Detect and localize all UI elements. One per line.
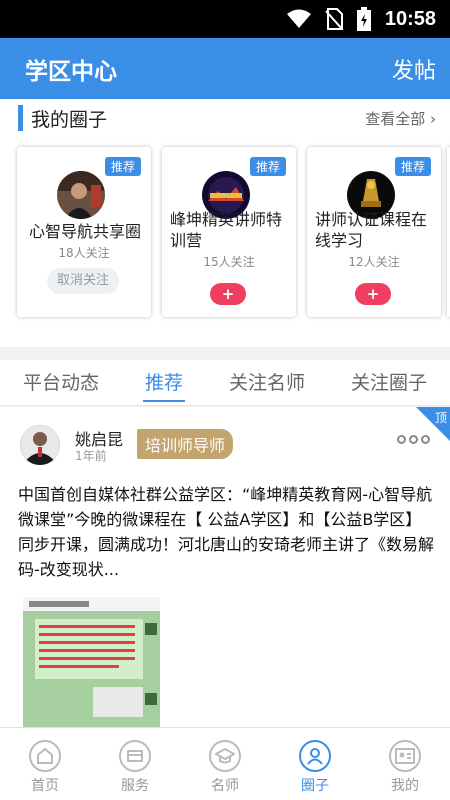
section-title: 我的圈子: [18, 105, 107, 132]
wifi-icon: [286, 9, 311, 28]
nav-profile-label: 我的: [391, 778, 419, 794]
post-text: 中国首创自媒体社群公益学区：“峰坤精英教育网-心智导航微课堂”今晚的微课程在【 …: [18, 485, 435, 579]
nav-circle[interactable]: 圈子: [280, 740, 350, 795]
tab-followed-circles[interactable]: 关注圈子: [347, 360, 431, 406]
nav-service-label: 服务: [121, 778, 149, 794]
tab-recommended[interactable]: 推荐: [141, 360, 187, 406]
section-title-bar: [18, 105, 23, 131]
circle-avatar: [57, 171, 105, 219]
section-header: 我的圈子 查看全部 ›: [18, 99, 436, 137]
circle-card[interactable]: 推荐 峰坤精英讲师特训营 15人关注 +: [162, 147, 296, 317]
circle-name: 心智导航共享圈: [28, 222, 141, 241]
follower-count: 15人关注: [203, 255, 255, 269]
recommend-tag: 推荐: [104, 157, 141, 176]
status-bar: 10:58: [0, 0, 450, 38]
no-sim-icon: [325, 8, 343, 30]
nav-home[interactable]: 首页: [10, 740, 80, 795]
circle-cards: 推荐 心智导航共享圈 18人关注 取消关注 推荐 峰坤精英讲师特训营 15人关注…: [17, 147, 441, 317]
author-badge: 培训师导师: [137, 429, 234, 459]
nav-teacher-label: 名师: [211, 778, 239, 794]
teacher-icon: [209, 740, 241, 772]
recommend-tag: 推荐: [394, 157, 431, 176]
recommend-tag: 推荐: [249, 157, 286, 176]
bottom-nav: 首页 服务 名师 圈子 我的: [0, 727, 450, 800]
circle-icon: [299, 740, 331, 772]
post-time: 1年前: [75, 449, 107, 463]
more-options-icon[interactable]: [397, 435, 430, 444]
my-circles-section: 我的圈子 查看全部 › 推荐 心智导航共享圈 18人关注 取消关注 推荐 峰坤精…: [0, 99, 450, 347]
follow-button[interactable]: +: [210, 283, 246, 305]
tab-followed-teachers[interactable]: 关注名师: [225, 360, 309, 406]
post-image[interactable]: [23, 597, 160, 727]
unfollow-button[interactable]: 取消关注: [47, 268, 119, 294]
follower-count: 12人关注: [348, 255, 400, 269]
service-icon: [119, 740, 151, 772]
app-bar: 学区中心 发帖: [0, 38, 450, 99]
feed-tabs: 平台动态 推荐 关注名师 关注圈子: [0, 360, 450, 406]
circle-card[interactable]: 推荐 心智导航共享圈 18人关注 取消关注: [17, 147, 151, 317]
nav-profile[interactable]: 我的: [370, 740, 440, 795]
circle-name: 峰坤精英讲师特训营: [170, 210, 283, 250]
post-button[interactable]: 发帖: [392, 53, 436, 85]
nav-service[interactable]: 服务: [100, 740, 170, 795]
follower-count: 18人关注: [58, 246, 110, 260]
circle-card[interactable]: 推荐 讲师认证课程在线学习 12人关注 +: [307, 147, 441, 317]
nav-teacher[interactable]: 名师: [190, 740, 260, 795]
view-all-link[interactable]: 查看全部 ›: [365, 108, 436, 129]
feed-post[interactable]: 顶 姚启昆 1年前 培训师导师 中国首创自媒体社群公益学区：“峰坤精英教育网-心…: [0, 407, 450, 727]
nav-circle-label: 圈子: [301, 778, 329, 794]
pinned-label: 顶: [434, 411, 447, 425]
clock: 10:58: [384, 7, 436, 30]
circle-name: 讲师认证课程在线学习: [315, 210, 428, 250]
follow-button[interactable]: +: [355, 283, 391, 305]
nav-home-label: 首页: [31, 778, 59, 794]
section-title-text: 我的圈子: [31, 108, 108, 131]
author-avatar[interactable]: [20, 425, 60, 465]
battery-icon: [356, 7, 371, 31]
profile-icon: [389, 740, 421, 772]
page-title: 学区中心: [25, 58, 117, 85]
home-icon: [29, 740, 61, 772]
tab-platform-news[interactable]: 平台动态: [19, 360, 103, 406]
